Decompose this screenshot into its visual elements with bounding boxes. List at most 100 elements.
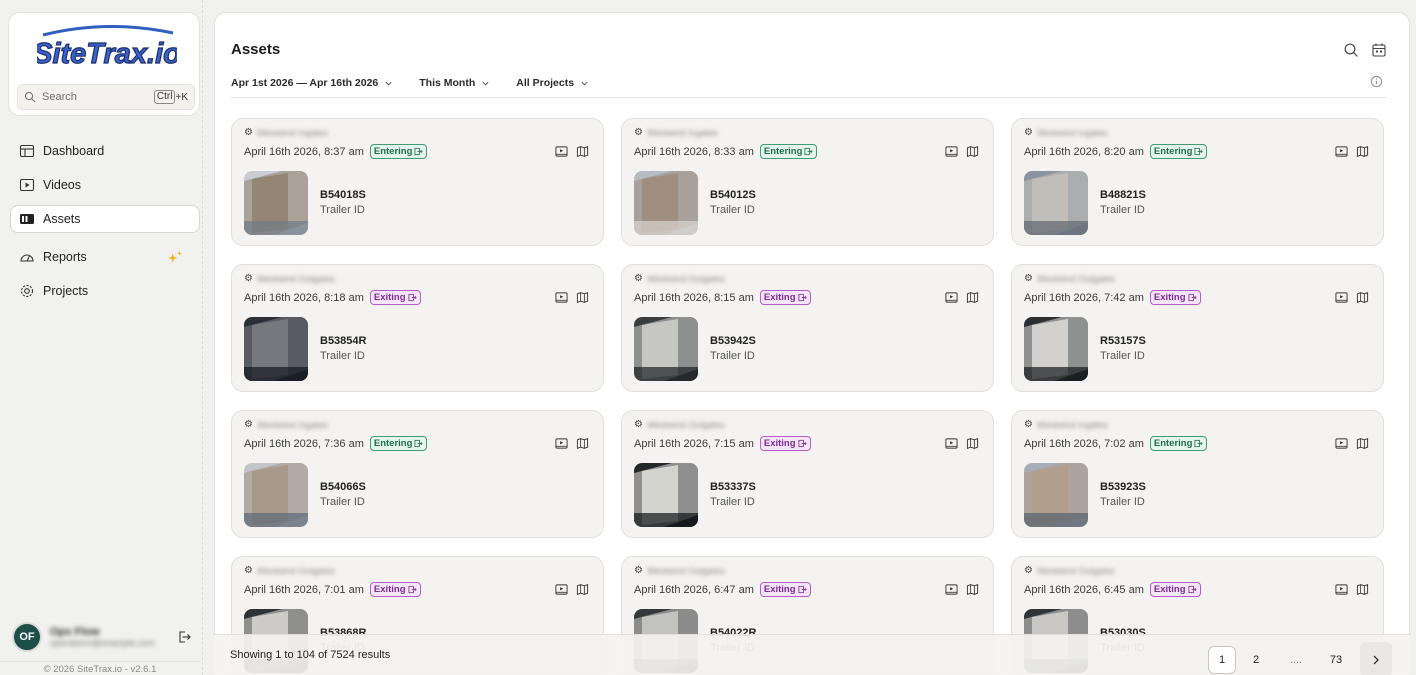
timestamp: April 16th 2026, 8:20 am Entering [1024, 144, 1208, 159]
sidebar-item-videos[interactable]: Videos [10, 171, 200, 199]
door-arrow-icon [414, 147, 424, 156]
project-filter[interactable]: All Projects [516, 77, 589, 89]
period-filter[interactable]: This Month [419, 77, 490, 89]
gear-icon: ⚙ [244, 127, 253, 138]
search-icon[interactable] [1343, 42, 1359, 58]
door-arrow-icon [798, 439, 807, 448]
search-input[interactable]: Search Ctrl +K [17, 84, 195, 110]
gate-name: ⚙ Westwind Outgates [634, 565, 725, 576]
map-icon[interactable] [1356, 583, 1369, 596]
assets-icon [20, 214, 34, 224]
trailer-thumbnail[interactable] [244, 317, 308, 381]
video-icon[interactable] [555, 291, 568, 304]
user-profile[interactable]: OF Ops Flow operations@example.com [12, 620, 192, 654]
gate-name: ⚙ Westwind Ingates [1024, 419, 1108, 430]
pagination: 1 2 .... 73 [1202, 642, 1392, 675]
map-icon[interactable] [576, 437, 589, 450]
gear-icon: ⚙ [244, 565, 253, 576]
asset-card[interactable]: ⚙ Westwind Ingates April 16th 2026, 8:20… [1011, 118, 1384, 246]
timestamp: April 16th 2026, 8:37 am Entering [244, 144, 428, 159]
map-icon[interactable] [576, 291, 589, 304]
gear-icon: ⚙ [1024, 565, 1033, 576]
trailer-id: B53337S [710, 481, 756, 493]
sidebar-item-assets[interactable]: Assets [10, 205, 200, 233]
video-icon[interactable] [945, 583, 958, 596]
map-icon[interactable] [1356, 291, 1369, 304]
info-icon[interactable] [1370, 75, 1383, 88]
map-icon[interactable] [1356, 437, 1369, 450]
timestamp: April 16th 2026, 6:47 am Exiting [634, 582, 811, 597]
trailer-thumbnail[interactable] [634, 463, 698, 527]
trailer-thumbnail[interactable] [244, 171, 308, 235]
asset-card[interactable]: ⚙ Westwind Ingates April 16th 2026, 7:36… [231, 410, 604, 538]
search-icon [24, 91, 36, 103]
page-button-2[interactable]: 2 [1242, 646, 1270, 674]
map-icon[interactable] [1356, 145, 1369, 158]
video-icon[interactable] [555, 583, 568, 596]
reports-icon [20, 254, 34, 262]
video-icon[interactable] [1335, 437, 1348, 450]
page-button-1[interactable]: 1 [1208, 646, 1236, 674]
logout-icon[interactable] [176, 629, 192, 645]
asset-card[interactable]: ⚙ Westwind Ingates April 16th 2026, 8:37… [231, 118, 604, 246]
map-icon[interactable] [966, 583, 979, 596]
calendar-icon[interactable] [1371, 42, 1387, 58]
map-icon[interactable] [576, 583, 589, 596]
map-icon[interactable] [966, 291, 979, 304]
video-icon[interactable] [1335, 583, 1348, 596]
date-range-filter[interactable]: Apr 1st 2026 — Apr 16th 2026 [231, 77, 393, 89]
trailer-thumbnail[interactable] [1024, 171, 1088, 235]
gear-icon: ⚙ [244, 273, 253, 284]
timestamp: April 16th 2026, 7:36 am Entering [244, 436, 428, 451]
trailer-id-label: Trailer ID [710, 204, 755, 216]
door-arrow-icon [1188, 293, 1197, 302]
door-arrow-icon [798, 585, 807, 594]
asset-card[interactable]: ⚙ Westwind Outgates April 16th 2026, 7:4… [1011, 264, 1384, 392]
timestamp: April 16th 2026, 6:45 am Exiting [1024, 582, 1201, 597]
sidebar-item-dashboard[interactable]: Dashboard [10, 137, 200, 165]
status-badge: Entering [369, 144, 428, 159]
sitetrax-logo[interactable]: SiteTrax.io [37, 21, 177, 77]
next-page-button[interactable] [1360, 642, 1392, 675]
asset-card[interactable]: ⚙ Westwind Outgates April 16th 2026, 8:1… [231, 264, 604, 392]
chevron-down-icon [581, 81, 588, 86]
asset-card[interactable]: ⚙ Westwind Outgates April 16th 2026, 8:1… [621, 264, 994, 392]
card-actions [945, 291, 979, 304]
sidebar-item-projects[interactable]: Projects [10, 277, 200, 305]
status-badge: Exiting [759, 436, 811, 451]
video-icon[interactable] [555, 437, 568, 450]
video-icon[interactable] [945, 291, 958, 304]
svg-text:SiteTrax.io: SiteTrax.io [37, 38, 177, 70]
trailer-id: B54066S [320, 481, 366, 493]
video-icon[interactable] [945, 437, 958, 450]
trailer-id-label: Trailer ID [320, 350, 365, 362]
door-arrow-icon [414, 439, 424, 448]
asset-card[interactable]: ⚙ Westwind Ingates April 16th 2026, 7:02… [1011, 410, 1384, 538]
map-icon[interactable] [966, 145, 979, 158]
map-icon[interactable] [966, 437, 979, 450]
video-icon[interactable] [555, 145, 568, 158]
asset-card[interactable]: ⚙ Westwind Ingates April 16th 2026, 8:33… [621, 118, 994, 246]
gear-icon: ⚙ [1024, 127, 1033, 138]
map-icon[interactable] [576, 145, 589, 158]
avatar[interactable]: OF [12, 622, 42, 652]
card-actions [555, 437, 589, 450]
trailer-thumbnail[interactable] [1024, 463, 1088, 527]
video-icon[interactable] [1335, 291, 1348, 304]
asset-card[interactable]: ⚙ Westwind Outgates April 16th 2026, 7:1… [621, 410, 994, 538]
trailer-thumbnail[interactable] [244, 463, 308, 527]
trailer-thumbnail[interactable] [1024, 317, 1088, 381]
timestamp: April 16th 2026, 8:15 am Exiting [634, 290, 811, 305]
status-badge: Entering [1149, 436, 1208, 451]
sidebar-item-reports[interactable]: Reports [10, 243, 200, 271]
copyright: © 2026 SiteTrax.io - v2.6.1 [0, 661, 200, 675]
trailer-id-label: Trailer ID [710, 496, 755, 508]
video-icon[interactable] [945, 145, 958, 158]
trailer-thumbnail[interactable] [634, 317, 698, 381]
video-icon[interactable] [1335, 145, 1348, 158]
timestamp: April 16th 2026, 7:02 am Entering [1024, 436, 1208, 451]
status-badge: Exiting [759, 582, 811, 597]
page-button-last[interactable]: 73 [1322, 646, 1350, 674]
trailer-thumbnail[interactable] [634, 171, 698, 235]
header-actions [1343, 42, 1387, 58]
